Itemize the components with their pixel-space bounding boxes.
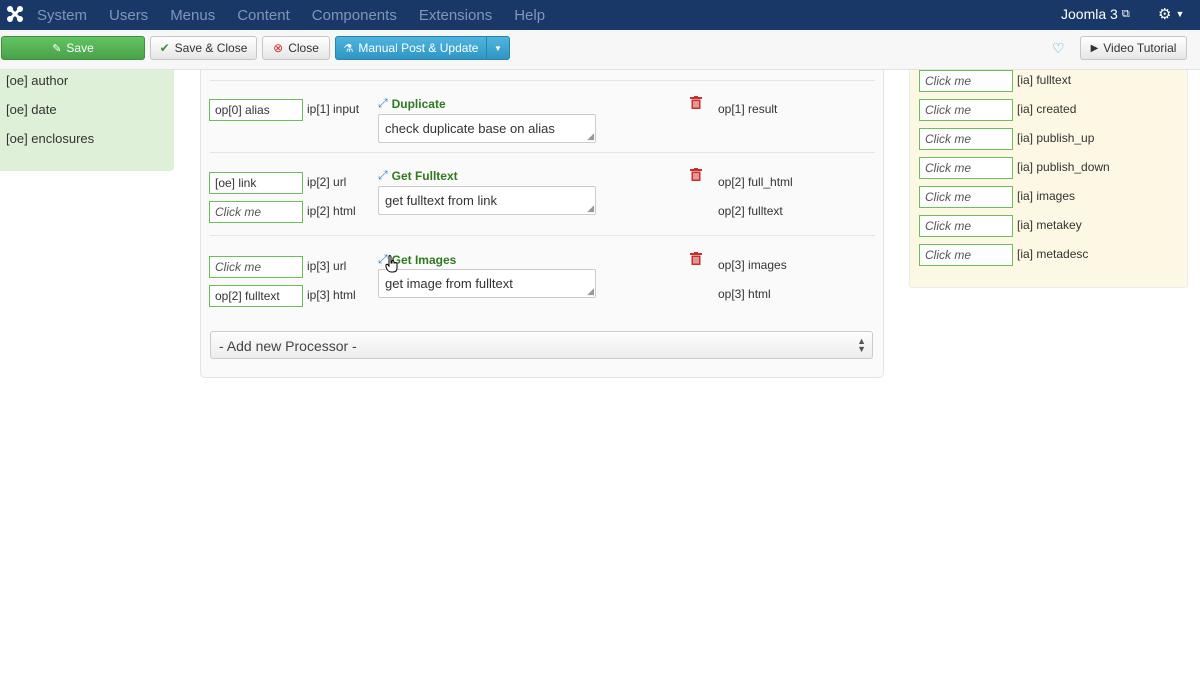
trash-icon[interactable] [690,252,702,265]
target-field-label: [ia] metadesc [1017,247,1089,261]
source-field-author[interactable]: [oe] author [6,73,68,88]
target-mapping-field[interactable]: Click me [919,215,1013,237]
processor-description: get fulltext from link [385,193,497,208]
close-button[interactable]: ⊗ Close [262,36,330,60]
target-mapping-field[interactable]: Click me [919,244,1013,266]
gear-icon: ⚙ [1158,6,1172,23]
menu-item-extensions[interactable]: Extensions [419,7,492,24]
user-settings-menu[interactable]: ⚙ ▼ [1158,5,1184,23]
processor-title-text: Duplicate [391,96,446,111]
add-processor-select[interactable]: - Add new Processor - ▲ ▼ [210,331,873,359]
source-field-date[interactable]: [oe] date [6,102,57,117]
manual-post-update-button[interactable]: ⚗ Manual Post & Update [335,36,487,60]
processor-input-field[interactable]: [oe] link [209,172,303,194]
processor-description: get image from fulltext [385,276,513,291]
expand-icon[interactable]: ⤢ [378,168,388,183]
save-close-button[interactable]: ✔ Save & Close [150,36,257,60]
save-label: Save [66,41,94,55]
source-field-enclosures[interactable]: [oe] enclosures [6,131,94,146]
processor-input-label: ip[1] input [307,102,360,116]
top-navbar: System Users Menus Content Components Ex… [0,0,1200,30]
processor-input-label: ip[2] url [307,175,347,189]
site-link[interactable]: Joomla 3 ⧉ [1061,6,1130,22]
target-field-label: [ia] publish_down [1017,160,1110,174]
target-field-label: [ia] created [1017,102,1077,116]
caret-down-icon: ▼ [1175,9,1185,19]
external-link-icon: ⧉ [1121,7,1130,20]
processor-title-text: Get Fulltext [391,168,458,183]
processor-output-label: op[2] full_html [718,175,793,189]
divider [210,235,875,236]
heart-icon[interactable]: ♡ [1052,40,1065,57]
edit-icon: ✎ [52,42,62,55]
trash-icon[interactable] [690,96,702,109]
target-mapping-field[interactable]: Click me [919,128,1013,150]
manual-post-label: Manual Post & Update [358,41,479,55]
processor-input-label: ip[2] html [307,204,356,218]
processor-description-textarea[interactable]: get image from fulltext ◢ [378,269,596,298]
target-field-label: [ia] metakey [1017,218,1082,232]
processor-description-textarea[interactable]: check duplicate base on alias ◢ [378,114,596,143]
processor-input-field[interactable]: op[2] fulltext [209,285,303,307]
expand-icon[interactable]: ⤢ [378,96,388,111]
menu-item-users[interactable]: Users [109,7,148,24]
cancel-circle-icon: ⊗ [273,41,284,55]
processor-output-label: op[2] fulltext [718,204,783,218]
select-arrows-icon: ▲ ▼ [857,336,866,354]
processor-input-field[interactable]: Click me [209,201,303,223]
divider [210,152,875,153]
check-icon: ✔ [159,41,170,55]
menu-item-components[interactable]: Components [312,7,397,24]
processor-title[interactable]: ⤢ Get Fulltext [378,168,458,183]
menu-item-help[interactable]: Help [514,7,545,24]
source-fields-panel: [oe] author [oe] date [oe] enclosures [0,70,174,171]
processor-output-label: op[3] images [718,258,787,272]
target-field-label: [ia] fulltext [1017,73,1072,87]
close-label: Close [288,41,319,55]
trash-icon[interactable] [690,168,702,181]
processor-title-text: Get Images [391,252,457,267]
video-tutorial-label: Video Tutorial [1103,41,1177,55]
save-close-label: Save & Close [174,41,248,55]
processor-output-label: op[1] result [718,102,778,116]
processor-input-field[interactable]: Click me [209,256,303,278]
toolbar: ✎ Save ✔ Save & Close ⊗ Close ⚗ Manual P… [0,30,1200,70]
processor-input-field[interactable]: op[0] alias [209,99,303,121]
resize-grip-icon[interactable]: ◢ [587,286,594,297]
joomla-logo-icon[interactable] [5,4,25,24]
target-mapping-field[interactable]: Click me [919,157,1013,179]
processor-input-label: ip[3] html [307,288,356,302]
target-field-label: [ia] images [1017,189,1076,203]
main-menu: System Users Menus Content Components Ex… [37,0,567,30]
hand-cursor-icon [385,255,398,273]
divider [210,80,875,81]
resize-grip-icon[interactable]: ◢ [587,131,594,142]
target-mapping-field[interactable]: Click me [919,186,1013,208]
menu-item-menus[interactable]: Menus [170,7,215,24]
processor-title[interactable]: ⤢ Duplicate [378,96,446,111]
site-name: Joomla 3 [1061,6,1118,22]
add-processor-label: - Add new Processor - [219,338,357,354]
save-button[interactable]: ✎ Save [1,36,145,60]
target-mapping-field[interactable]: Click me [919,99,1013,121]
video-icon: ▶ [1090,42,1099,54]
menu-item-content[interactable]: Content [237,7,290,24]
processor-description-textarea[interactable]: get fulltext from link ◢ [378,186,596,215]
processor-output-label: op[3] html [718,287,771,301]
target-mapping-field[interactable]: Click me [919,70,1013,92]
target-field-label: [ia] publish_up [1017,131,1095,145]
resize-grip-icon[interactable]: ◢ [587,203,594,214]
processor-input-label: ip[3] url [307,259,347,273]
video-tutorial-button[interactable]: ▶ Video Tutorial [1080,36,1187,60]
flask-icon: ⚗ [343,42,354,55]
menu-item-system[interactable]: System [37,7,87,24]
manual-post-dropdown-toggle[interactable]: ▼ [486,36,510,60]
caret-down-icon: ▼ [494,43,502,53]
processor-description: check duplicate base on alias [385,121,555,136]
